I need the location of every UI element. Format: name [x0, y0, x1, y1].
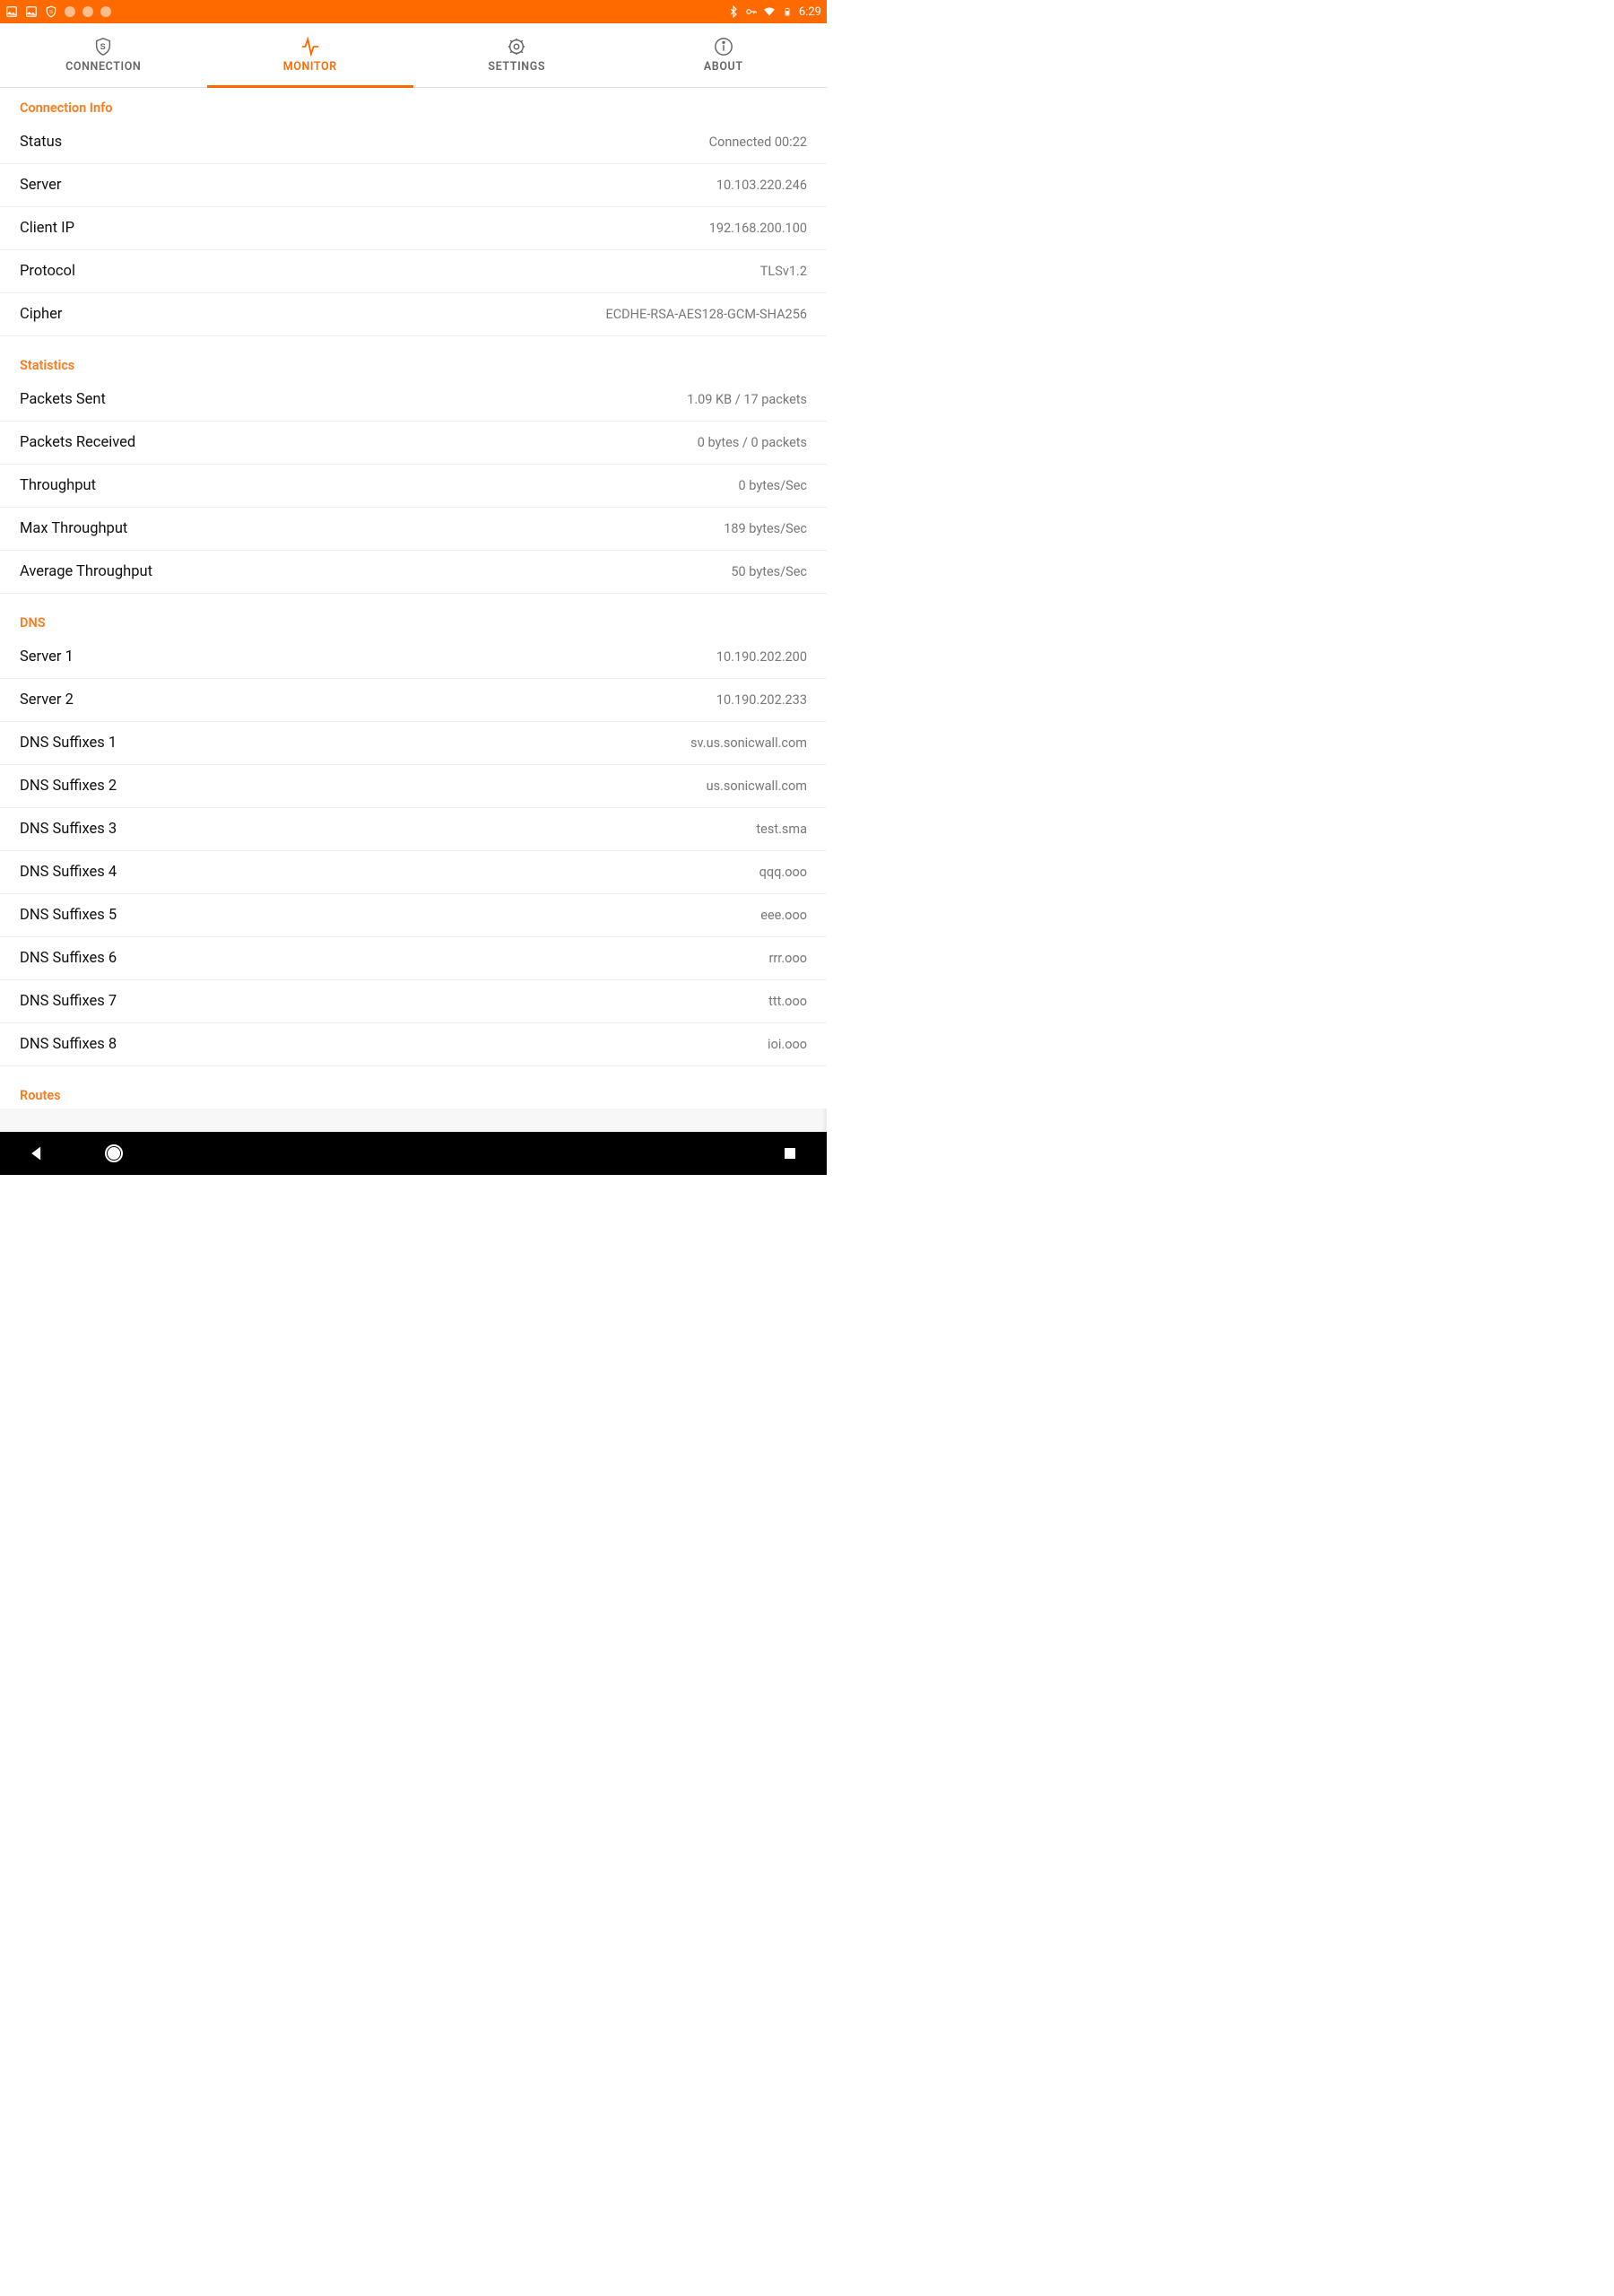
row-value: ECDHE-RSA-AES128-GCM-SHA256 — [605, 307, 807, 322]
row-label: Average Throughput — [20, 563, 152, 580]
row-value: qqq.ooo — [759, 865, 807, 880]
activity-icon — [300, 37, 320, 57]
tab-label: CONNECTION — [65, 60, 141, 74]
row-dns-suffix1: DNS Suffixes 1 sv.us.sonicwall.com — [0, 722, 827, 765]
row-label: Packets Received — [20, 434, 135, 451]
section-dns: DNS — [0, 603, 827, 636]
shield-icon: S — [93, 37, 113, 57]
row-dns-suffix4: DNS Suffixes 4 qqq.ooo — [0, 851, 827, 894]
bluetooth-icon — [727, 5, 740, 18]
row-value: 10.103.220.246 — [716, 178, 807, 193]
section-routes: Routes — [0, 1075, 827, 1109]
row-dns-suffix8: DNS Suffixes 8 ioi.ooo — [0, 1023, 827, 1066]
row-throughput: Throughput 0 bytes/Sec — [0, 465, 827, 508]
row-label: DNS Suffixes 3 — [20, 821, 117, 838]
row-value: 0 bytes/Sec — [739, 478, 807, 493]
row-server: Server 10.103.220.246 — [0, 164, 827, 207]
row-avg-throughput: Average Throughput 50 bytes/Sec — [0, 551, 827, 594]
row-label: DNS Suffixes 1 — [20, 735, 117, 752]
vpn-key-icon — [745, 5, 758, 18]
tab-connection[interactable]: S CONNECTION — [0, 23, 207, 87]
content-scroll[interactable]: Connection Info Status Connected 00:22 S… — [0, 88, 827, 1132]
home-button[interactable] — [102, 1142, 126, 1165]
tab-label: ABOUT — [704, 60, 743, 74]
back-button[interactable] — [25, 1142, 48, 1165]
row-packets-sent: Packets Sent 1.09 KB / 17 packets — [0, 378, 827, 422]
row-protocol: Protocol TLSv1.2 — [0, 250, 827, 293]
tab-about[interactable]: ABOUT — [620, 23, 828, 87]
row-dns-suffix7: DNS Suffixes 7 ttt.ooo — [0, 980, 827, 1023]
row-dns-suffix3: DNS Suffixes 3 test.sma — [0, 808, 827, 851]
tab-monitor[interactable]: MONITOR — [207, 23, 414, 87]
notification-dot-icon — [65, 6, 75, 17]
app-tabbar: S CONNECTION MONITOR SETTINGS ABOUT — [0, 23, 827, 88]
row-label: Protocol — [20, 263, 75, 280]
row-label: Server — [20, 177, 62, 194]
row-dns-suffix6: DNS Suffixes 6 rrr.ooo — [0, 937, 827, 980]
row-value: 192.168.200.100 — [709, 221, 807, 236]
wifi-icon — [763, 5, 776, 18]
gear-icon — [507, 37, 526, 57]
shield-s-icon: S — [45, 5, 57, 18]
row-value: TLSv1.2 — [760, 264, 807, 279]
row-value: 10.190.202.200 — [716, 649, 807, 665]
row-label: DNS Suffixes 6 — [20, 950, 117, 967]
row-label: DNS Suffixes 7 — [20, 993, 117, 1010]
row-client-ip: Client IP 192.168.200.100 — [0, 207, 827, 250]
row-value: 10.190.202.233 — [716, 692, 807, 708]
info-icon — [714, 37, 733, 57]
row-label: Max Throughput — [20, 520, 127, 537]
tab-label: MONITOR — [283, 60, 337, 74]
row-label: Packets Sent — [20, 391, 106, 408]
status-bar-time: 6:29 — [799, 5, 821, 19]
row-value: test.sma — [756, 822, 807, 837]
row-value: ttt.ooo — [768, 994, 807, 1009]
row-label: Throughput — [20, 477, 96, 494]
tab-settings[interactable]: SETTINGS — [413, 23, 620, 87]
row-value: rrr.ooo — [768, 951, 807, 966]
row-dns-suffix5: DNS Suffixes 5 eee.ooo — [0, 894, 827, 937]
battery-icon — [781, 5, 794, 18]
row-label: DNS Suffixes 5 — [20, 907, 117, 924]
row-packets-received: Packets Received 0 bytes / 0 packets — [0, 422, 827, 465]
notification-dot-icon — [100, 6, 111, 17]
section-statistics: Statistics — [0, 345, 827, 378]
row-value: eee.ooo — [760, 908, 807, 923]
row-label: Client IP — [20, 220, 74, 237]
row-value: us.sonicwall.com — [707, 778, 807, 794]
picture-icon — [25, 5, 38, 18]
svg-text:S: S — [100, 42, 107, 51]
row-dns-server1: Server 1 10.190.202.200 — [0, 636, 827, 679]
row-label: Cipher — [20, 306, 62, 323]
recents-button[interactable] — [778, 1142, 802, 1165]
svg-text:S: S — [49, 10, 53, 15]
row-cipher: Cipher ECDHE-RSA-AES128-GCM-SHA256 — [0, 293, 827, 336]
row-label: DNS Suffixes 8 — [20, 1036, 117, 1053]
row-label: Server 1 — [20, 648, 74, 665]
row-dns-server2: Server 2 10.190.202.233 — [0, 679, 827, 722]
row-value: 1.09 KB / 17 packets — [687, 392, 807, 407]
row-dns-suffix2: DNS Suffixes 2 us.sonicwall.com — [0, 765, 827, 808]
row-value: ioi.ooo — [768, 1037, 807, 1052]
row-value: 50 bytes/Sec — [731, 564, 807, 579]
row-label: Status — [20, 134, 62, 151]
row-status: Status Connected 00:22 — [0, 121, 827, 164]
row-value: 0 bytes / 0 packets — [698, 435, 807, 450]
row-value: sv.us.sonicwall.com — [690, 735, 807, 751]
row-label: DNS Suffixes 2 — [20, 778, 117, 795]
row-label: DNS Suffixes 4 — [20, 864, 117, 881]
section-connection-info: Connection Info — [0, 88, 827, 121]
row-value: 189 bytes/Sec — [724, 521, 807, 536]
tab-label: SETTINGS — [488, 60, 545, 74]
row-max-throughput: Max Throughput 189 bytes/Sec — [0, 508, 827, 551]
row-value: Connected 00:22 — [709, 135, 807, 150]
android-status-bar: S 6:29 — [0, 0, 827, 23]
picture-icon — [5, 5, 18, 18]
android-navbar — [0, 1132, 827, 1175]
notification-dot-icon — [82, 6, 93, 17]
row-label: Server 2 — [20, 691, 74, 709]
